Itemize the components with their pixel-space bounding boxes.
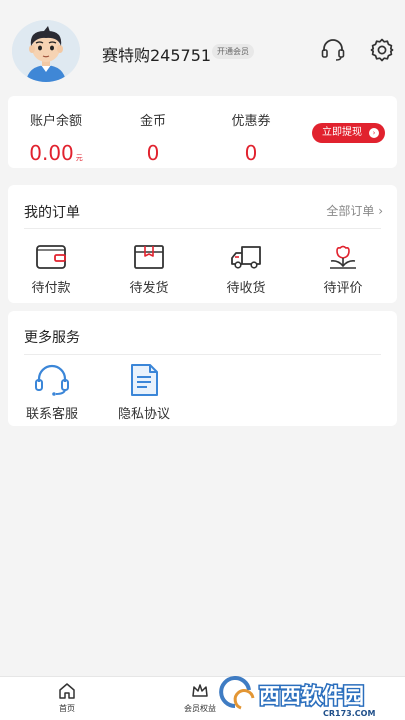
services-title: 更多服务	[24, 330, 80, 346]
all-orders-link[interactable]: 全部订单 ›	[326, 202, 383, 219]
balance-value: 0.00	[29, 141, 74, 165]
withdraw-button[interactable]: 立即提现 ›	[312, 123, 385, 143]
orders-title: 我的订单	[24, 205, 80, 221]
settings-gear-icon[interactable]	[369, 37, 395, 63]
order-pending-review[interactable]: 待评价	[308, 243, 378, 296]
coins-value: 0	[146, 141, 160, 165]
divider	[24, 354, 381, 355]
balance-stat[interactable]: 账户余额 0.00 元	[20, 110, 92, 165]
order-item-label: 待付款	[31, 281, 71, 296]
package-icon	[134, 245, 164, 269]
coupons-stat[interactable]: 优惠券 0	[223, 110, 279, 165]
balance-label: 账户余额	[29, 114, 82, 129]
tab-home[interactable]: 首页	[37, 681, 97, 714]
username: 赛特购245751	[102, 46, 212, 65]
withdraw-label: 立即提现	[322, 127, 362, 138]
order-pending-shipment[interactable]: 待发货	[114, 243, 184, 296]
chevron-right-icon: ›	[369, 128, 379, 138]
order-item-label: 待收货	[226, 281, 266, 296]
flower-icon	[330, 245, 356, 269]
open-membership-badge[interactable]: 开通会员	[212, 44, 254, 59]
coupons-label: 优惠券	[231, 114, 271, 129]
divider	[24, 228, 381, 229]
customer-service-icon[interactable]	[320, 37, 346, 63]
service-item-label: 联系客服	[25, 407, 78, 422]
profile-header: 赛特购245751 开通会员	[0, 0, 405, 96]
service-privacy-policy[interactable]: 隐私协议	[109, 363, 179, 422]
avatar[interactable]	[12, 20, 80, 82]
watermark-text: 西西软件园	[259, 684, 364, 708]
watermark-subtext: CR173.COM	[323, 709, 375, 718]
coins-label: 金币	[139, 114, 166, 129]
balance-unit: 元	[75, 154, 83, 162]
services-card: 更多服务 联系客服 隐私协议	[8, 311, 397, 426]
avatar-boy-icon	[12, 20, 80, 82]
order-pending-receipt[interactable]: 待收货	[211, 243, 281, 296]
document-icon	[131, 364, 158, 396]
coupons-value: 0	[244, 141, 258, 165]
home-icon	[59, 683, 75, 699]
orders-card: 我的订单 全部订单 › 待付款 待发货 待收货 待评价	[8, 185, 397, 303]
coins-stat[interactable]: 金币 0	[128, 110, 178, 165]
service-contact-support[interactable]: 联系客服	[17, 363, 87, 422]
crown-icon	[192, 684, 208, 697]
site-watermark-logo: 西西软件园 CR173.COM	[215, 676, 405, 720]
order-item-label: 待发货	[129, 281, 169, 296]
account-card: 账户余额 0.00 元 金币 0 优惠券 0 立即提现 ›	[8, 96, 397, 168]
wallet-icon	[36, 245, 66, 269]
tab-label: 首页	[59, 704, 75, 713]
order-item-label: 待评价	[323, 281, 363, 296]
headset-icon	[35, 364, 69, 396]
balance-value-row: 0.00 元	[20, 141, 92, 165]
order-pending-payment[interactable]: 待付款	[16, 243, 86, 296]
service-item-label: 隐私协议	[117, 407, 170, 422]
truck-icon	[231, 246, 261, 269]
